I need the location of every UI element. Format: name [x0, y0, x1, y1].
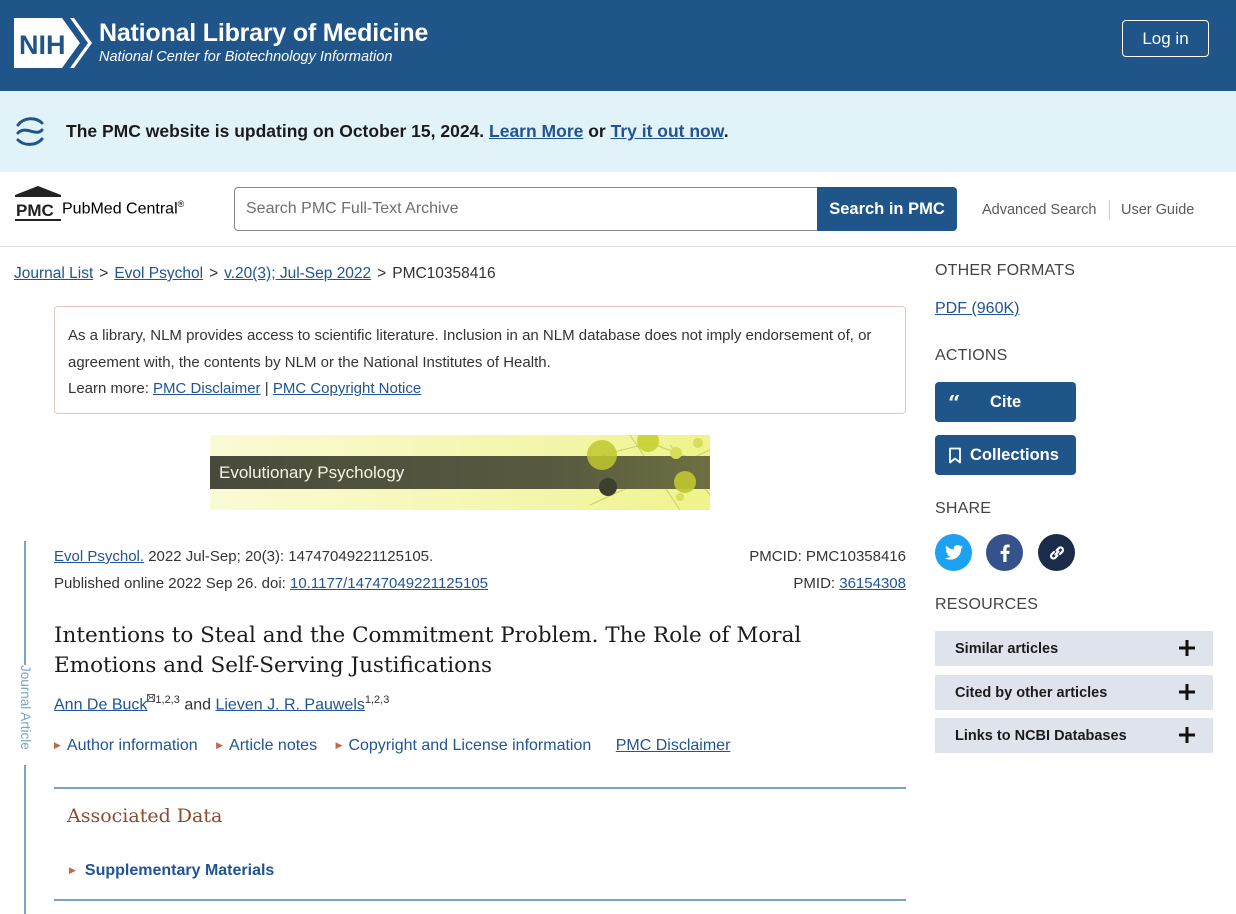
citation-info: Evol Psychol. 2022 Jul-Sep; 20(3): 14747… [54, 548, 489, 592]
share-heading: SHARE [935, 500, 992, 517]
plus-icon [1179, 640, 1195, 656]
supplementary-materials-toggle[interactable]: ▶ Supplementary Materials [69, 862, 274, 880]
associated-data-title: Associated Data [67, 805, 223, 827]
pmid-link[interactable]: 36154308 [839, 575, 906, 592]
facebook-icon [1000, 544, 1010, 562]
pmc-disclaimer-link-2[interactable]: PMC Disclaimer [616, 737, 731, 754]
resources-heading: RESOURCES [935, 596, 1039, 613]
quote-icon: “ [948, 382, 964, 422]
triangle-right-icon: ▶ [216, 740, 224, 750]
other-formats-heading: OTHER FORMATS [935, 262, 1076, 279]
article-info-links: ▶ Author information ▶ Article notes ▶ Copy… [54, 737, 730, 755]
twitter-share-button[interactable] [935, 534, 972, 571]
actions-heading: ACTIONS [935, 347, 1008, 364]
associated-data-bottom-rule [54, 899, 906, 901]
breadcrumb-issue[interactable]: v.20(3); Jul-Sep 2022 [224, 265, 371, 282]
resource-similar-articles[interactable]: Similar articles [935, 631, 1213, 666]
pmc-copyright-link[interactable]: PMC Copyright Notice [273, 380, 421, 397]
pdf-link[interactable]: PDF (960K) [935, 300, 1019, 318]
pmc-logo-icon[interactable]: PMC [14, 186, 62, 222]
journal-banner[interactable]: Evolutionary Psychology [210, 435, 710, 510]
breadcrumb-journal-list[interactable]: Journal List [14, 265, 93, 282]
svg-text:“: “ [948, 395, 961, 409]
plus-icon [1179, 684, 1195, 700]
copyright-toggle[interactable]: Copyright and License information [348, 737, 591, 754]
breadcrumb-journal[interactable]: Evol Psychol [114, 265, 203, 282]
article-notes-toggle[interactable]: Article notes [229, 737, 317, 754]
user-guide-link[interactable]: User Guide [1121, 202, 1194, 218]
journal-article-label: Journal Article [14, 665, 36, 765]
triangle-right-icon: ▶ [335, 740, 343, 750]
nih-header: NIH National Library of Medicine Nationa… [0, 0, 1236, 91]
pmcid-value: PMC10358416 [805, 548, 906, 565]
learn-more-link[interactable]: Learn More [489, 121, 583, 141]
header-divider [0, 246, 1236, 247]
nih-logo[interactable]: NIH [14, 18, 92, 68]
banner-message: The PMC website is updating on October 1… [66, 121, 729, 141]
author-information-toggle[interactable]: Author information [67, 737, 198, 754]
breadcrumb-current: PMC10358416 [392, 265, 496, 282]
citation-ids: PMCID: PMC10358416 PMID: 36154308 [749, 548, 906, 592]
triangle-right-icon: ▶ [54, 740, 61, 750]
advanced-search-link[interactable]: Advanced Search [982, 202, 1096, 218]
journal-banner-title: Evolutionary Psychology [219, 463, 405, 482]
disclaimer-box: As a library, NLM provides access to sci… [54, 306, 906, 414]
journal-link[interactable]: Evol Psychol. [54, 548, 144, 565]
nih-title[interactable]: National Library of Medicine [99, 19, 428, 48]
author-link-2[interactable]: Lieven J. R. Pauwels [215, 696, 364, 713]
link-icon [1049, 545, 1064, 560]
nih-subtitle: National Center for Biotechnology Inform… [99, 49, 393, 65]
login-button[interactable]: Log in [1122, 20, 1209, 57]
triangle-right-icon: ▶ [69, 865, 76, 875]
author-link-1[interactable]: Ann De Buck [54, 696, 147, 713]
disclaimer-learn-more: Learn more: PMC Disclaimer | PMC Copyrig… [68, 380, 422, 397]
resource-cited-by[interactable]: Cited by other articles [935, 675, 1213, 710]
facebook-share-button[interactable] [986, 534, 1023, 571]
try-it-link[interactable]: Try it out now [611, 121, 724, 141]
associated-data-top-rule [54, 787, 906, 789]
pmc-name[interactable]: PubMed Central® [62, 199, 184, 218]
svg-text:PMC: PMC [16, 201, 54, 220]
plus-icon [1179, 727, 1195, 743]
twitter-icon [944, 545, 963, 560]
svg-text:NIH: NIH [19, 30, 66, 60]
author-list: Ann De Buck 1,2,3 and Lieven J. R. Pauwel… [54, 694, 390, 714]
article-title: Intentions to Steal and the Commitment P… [54, 623, 802, 678]
search-input[interactable] [234, 187, 818, 231]
collections-button[interactable]: Collections [935, 435, 1076, 475]
doi-link[interactable]: 10.1177/14747049221125105 [290, 575, 488, 592]
copy-link-button[interactable] [1038, 534, 1075, 571]
pmc-update-icon [16, 117, 44, 146]
breadcrumb: Journal List > Evol Psychol > v.20(3); Jul-S… [14, 265, 496, 282]
disclaimer-text: As a library, NLM provides access to sci… [68, 327, 872, 371]
bookmark-icon [948, 435, 962, 475]
link-separator [1109, 200, 1110, 220]
resource-ncbi-links[interactable]: Links to NCBI Databases [935, 718, 1213, 753]
pmc-disclaimer-link[interactable]: PMC Disclaimer [153, 380, 261, 397]
cite-button[interactable]: “ Cite [935, 382, 1076, 422]
search-button[interactable]: Search in PMC [817, 187, 957, 231]
